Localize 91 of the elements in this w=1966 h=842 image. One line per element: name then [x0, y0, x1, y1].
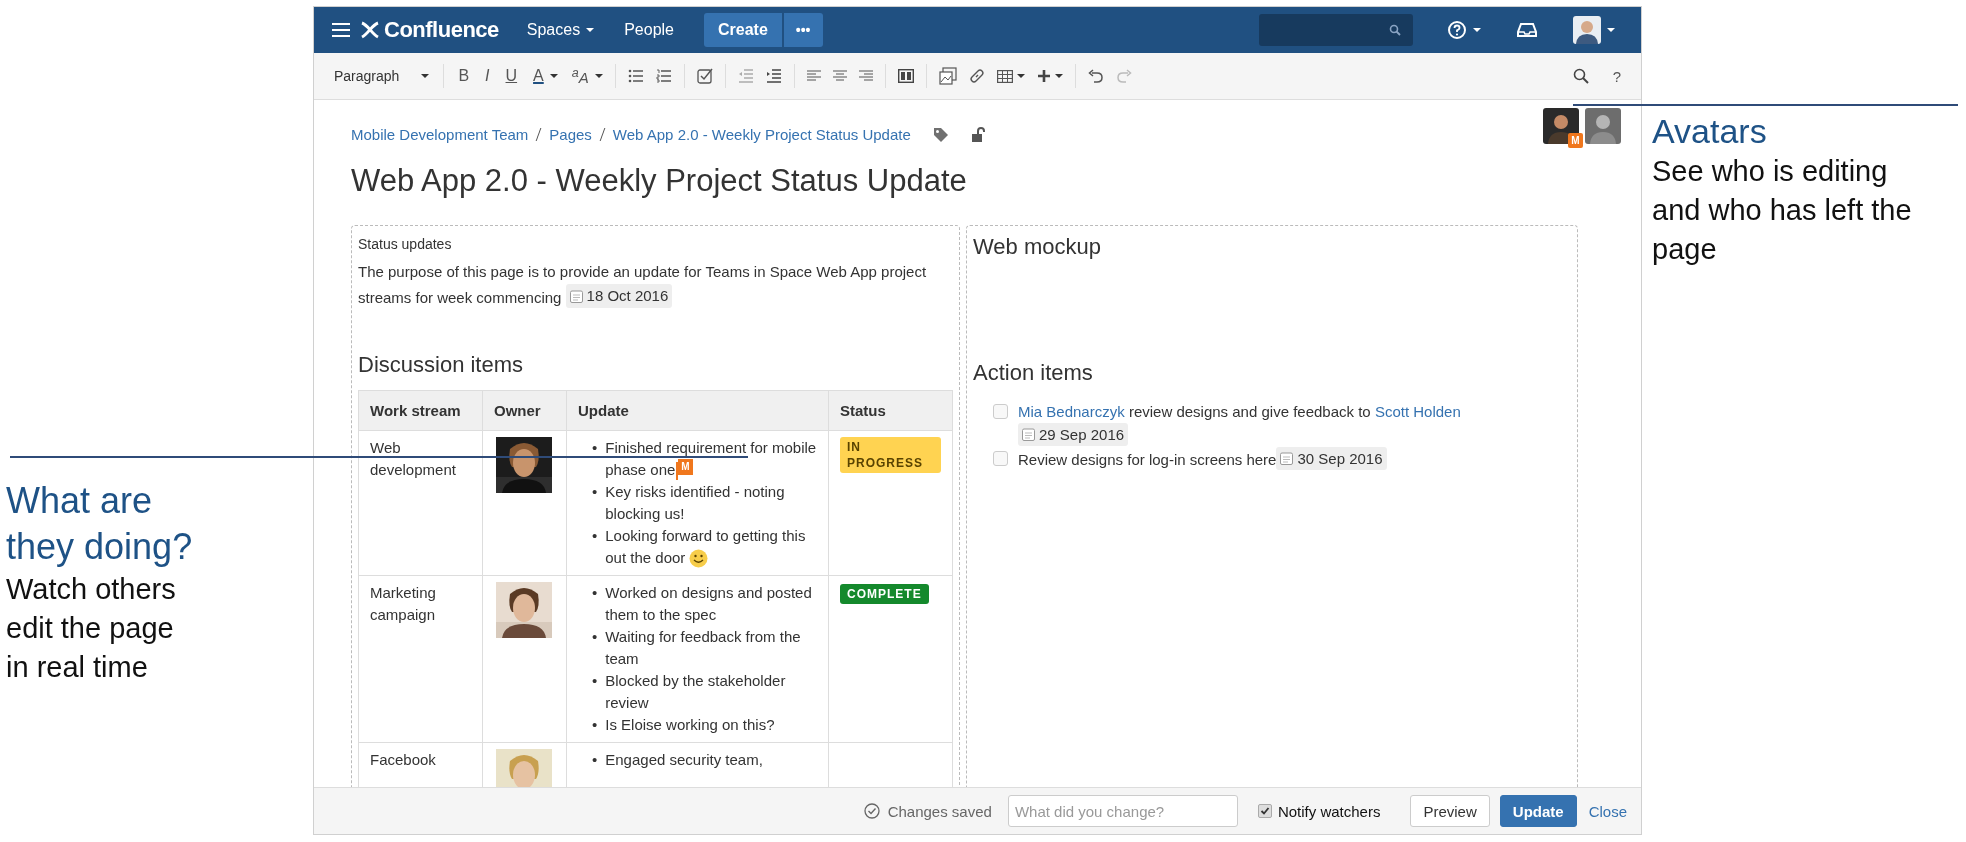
image-icon[interactable] [938, 67, 957, 85]
user-mention-link[interactable]: Mia Bednarczyk [1018, 403, 1125, 420]
user-avatar-icon [1573, 16, 1601, 44]
link-icon[interactable] [968, 68, 985, 84]
bold-button[interactable]: B [456, 65, 472, 87]
column-header: Work stream [358, 390, 483, 430]
bullet-marker: • [592, 437, 598, 458]
insert-plus-icon[interactable] [1036, 69, 1051, 83]
notify-checkbox[interactable] [1257, 804, 1272, 818]
breadcrumb-link[interactable]: Web App 2.0 - Weekly Project Status Update [612, 126, 911, 143]
bullet-marker: • [592, 626, 598, 647]
update-bullet-text: Worked on designs and posted them to the spec [605, 582, 813, 625]
collaborator-cursor-flag: M [678, 458, 693, 475]
task-checkbox-icon[interactable] [696, 68, 713, 84]
page-title[interactable]: Web App 2.0 - Weekly Project Status Update [351, 163, 967, 199]
section-heading: Web mockup [973, 234, 1102, 260]
user-mention-link[interactable]: Scott Holden [1374, 403, 1461, 420]
unlocked-padlock-icon[interactable] [970, 126, 985, 143]
calendar-icon [1022, 428, 1035, 441]
help-icon [1447, 20, 1467, 40]
nav-menu[interactable]: Spaces [516, 15, 605, 45]
table-cell: Marketing campaign [358, 575, 483, 742]
update-bullet-text: Key risks identified - noting blocking us! [605, 481, 786, 524]
status-lozenge: COMPLETE [840, 583, 929, 604]
update-bullet-text: Finished requirement for mobile phase one M [605, 437, 817, 481]
update-bullet-text: Waiting for feedback from the team [605, 626, 802, 669]
task-checkbox[interactable] [993, 404, 1008, 419]
label-tag-icon[interactable] [932, 126, 949, 143]
date-lozenge[interactable]: 29 Sep 2016 [1018, 423, 1129, 446]
app-logo[interactable]: Confluence [384, 17, 499, 43]
callout-text: See who is editing and who has left the page [1652, 154, 1913, 267]
search-icon [1389, 24, 1401, 36]
bullet-marker: • [592, 749, 598, 770]
intro-text: The purpose of this page is to provide an update for Teams in Space Web App project streams for week commencing 18 Oct 2016 [358, 262, 928, 310]
bullet-list-icon[interactable] [627, 69, 644, 83]
callout-title: What are they doing? [6, 479, 194, 569]
save-status-text: Changes saved [887, 802, 992, 820]
calendar-icon [569, 289, 583, 303]
text-color-button[interactable]: A [531, 65, 546, 87]
user-initial-badge: M [1568, 133, 1583, 148]
more-button[interactable]: ••• [783, 13, 823, 47]
status-lozenge: IN PROGRESS [840, 436, 941, 473]
update-button[interactable]: Update [1499, 795, 1577, 827]
numbered-list-icon[interactable] [655, 69, 672, 83]
search-field[interactable] [1259, 14, 1413, 46]
text-effects-button[interactable]: $^{a}$A [569, 64, 591, 88]
nav-menu[interactable]: People [614, 15, 684, 45]
close-link[interactable]: Close [1588, 802, 1627, 820]
checkbox-label[interactable]: Notify watchers [1277, 802, 1381, 820]
bullet-marker: • [592, 714, 598, 735]
task-checkbox[interactable] [993, 451, 1008, 466]
indent-icon[interactable] [765, 69, 782, 83]
collaborator-avatar[interactable] [1543, 108, 1579, 144]
menu-icon[interactable] [332, 23, 350, 37]
update-bullet-text: Is Eloise working on this? [605, 714, 776, 735]
section-label: Status updates [358, 236, 453, 252]
column-header: Update [566, 390, 829, 430]
bullet-marker: • [592, 582, 598, 603]
bullet-marker: • [592, 525, 598, 546]
date-lozenge[interactable]: 30 Sep 2016 [1276, 447, 1387, 470]
bullet-marker: • [592, 481, 598, 502]
calendar-icon [1280, 452, 1294, 465]
update-bullet-text: Blocked by the stakeholder review [605, 670, 787, 713]
undo-icon[interactable] [1087, 69, 1104, 83]
change-comment-field[interactable]: What did you change? [1007, 795, 1238, 827]
breadcrumb-link[interactable]: Pages [549, 126, 592, 143]
italic-button[interactable]: I [483, 65, 492, 87]
callout-text: Watch others edit the page in real time [6, 572, 177, 685]
preview-button[interactable]: Preview [1410, 795, 1490, 827]
logo-icon [360, 20, 380, 40]
section-heading: Discussion items [358, 351, 525, 378]
table-icon[interactable] [996, 69, 1013, 83]
column-header: Status [828, 390, 953, 430]
create-button[interactable]: Create [704, 13, 782, 47]
update-bullet-text: Looking forward to getting this out the door [605, 524, 817, 569]
search-icon[interactable] [1572, 68, 1589, 84]
task-text: Review designs for log-in screens here [1018, 451, 1277, 468]
page-layout-icon[interactable] [897, 69, 914, 83]
check-circle-icon [863, 803, 880, 819]
breadcrumb-link[interactable]: Mobile Development Team [351, 126, 529, 143]
help-button[interactable]: ? [1610, 65, 1623, 87]
date-lozenge[interactable]: 18 Oct 2016 [565, 284, 673, 308]
update-bullet-text: Engaged security team, [605, 749, 764, 770]
underline-button[interactable]: U [503, 65, 520, 87]
notifications-icon[interactable] [1517, 22, 1537, 38]
paragraph-style-dropdown[interactable]: Paragraph [332, 64, 432, 88]
callout-title: Avatars [1652, 111, 1768, 152]
bullet-marker: • [592, 670, 598, 691]
column-header: Owner [482, 390, 567, 430]
task-text: Mia Bednarczyk review designs and give feedback to Scott Holden [1018, 403, 1461, 420]
section-heading: Action items [973, 360, 1094, 386]
